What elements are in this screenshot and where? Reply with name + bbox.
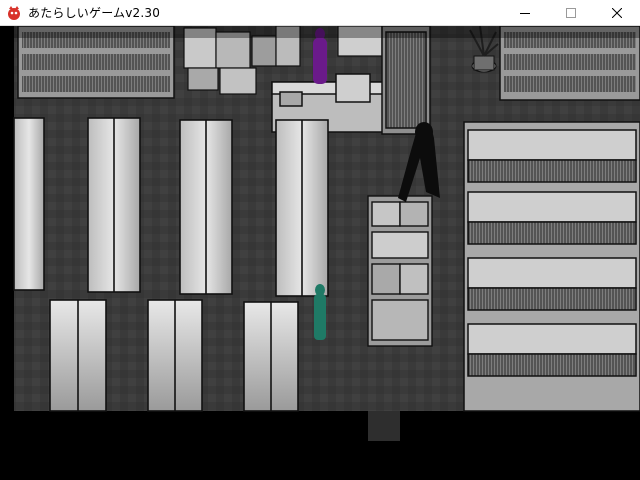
bookshelf-right-stack bbox=[463, 121, 640, 412]
maximize-icon bbox=[566, 8, 576, 18]
minimize-icon bbox=[520, 13, 530, 14]
game-app-icon bbox=[8, 5, 20, 20]
game-viewport[interactable] bbox=[0, 26, 640, 480]
window-controls bbox=[502, 0, 640, 26]
bookshelf-right-of-desk bbox=[381, 26, 431, 135]
maximize-button[interactable] bbox=[548, 0, 594, 26]
window-titlebar[interactable]: あたらしいゲームv2.30 bbox=[0, 0, 640, 26]
cabinet-row-lower bbox=[49, 299, 299, 412]
close-button[interactable] bbox=[594, 0, 640, 26]
crate-stack[interactable] bbox=[367, 195, 433, 347]
bottom-wall-right bbox=[400, 411, 640, 480]
minimize-button[interactable] bbox=[502, 0, 548, 26]
close-icon bbox=[612, 8, 622, 18]
vignette-top bbox=[14, 26, 640, 38]
game-scene bbox=[0, 26, 640, 480]
doorway[interactable] bbox=[368, 411, 400, 441]
window-title: あたらしいゲームv2.30 bbox=[28, 6, 161, 20]
bottom-wall bbox=[0, 411, 368, 480]
player-character[interactable] bbox=[314, 284, 326, 340]
